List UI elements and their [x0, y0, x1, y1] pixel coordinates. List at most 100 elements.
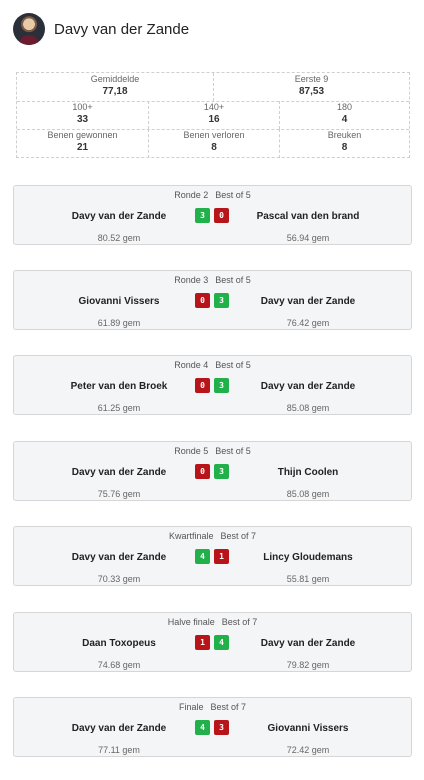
left-average: 80.52 gem	[97, 233, 141, 243]
round-label: Ronde 5	[174, 446, 209, 456]
round-info: Ronde 2 Best of 5	[14, 190, 411, 200]
score-badges: 0 3	[195, 293, 229, 308]
match-card[interactable]: Ronde 3 Best of 5 Giovanni Vissers 0 3 Da…	[13, 270, 412, 330]
left-average: 70.33 gem	[97, 574, 141, 584]
right-score-badge: 1	[214, 549, 229, 564]
left-average: 61.25 gem	[97, 403, 141, 413]
round-label: Ronde 3	[174, 275, 209, 285]
stat-legs-lost: Benen verloren 8	[148, 129, 279, 158]
left-player: Peter van den Broek	[70, 381, 168, 392]
round-label: Ronde 4	[174, 360, 209, 370]
player-header: Davy van der Zande	[13, 13, 189, 45]
stat-label: Breuken	[327, 130, 362, 140]
round-info: Ronde 5 Best of 5	[14, 446, 411, 456]
stat-140-plus: 140+ 16	[148, 101, 279, 129]
score-badges: 0 3	[195, 464, 229, 479]
stat-legs-won: Benen gewonnen 21	[17, 129, 148, 158]
score-badges: 0 3	[195, 378, 229, 393]
left-score-badge: 4	[195, 720, 210, 735]
right-average: 85.08 gem	[286, 403, 330, 413]
right-player: Lincy Gloudemans	[263, 552, 353, 563]
match-card[interactable]: Ronde 4 Best of 5 Peter van den Broek 0 3…	[13, 355, 412, 415]
left-score-badge: 0	[195, 293, 210, 308]
format-label: Best of 7	[220, 531, 257, 541]
stat-label: 180	[336, 102, 353, 112]
left-score-badge: 0	[195, 464, 210, 479]
stat-value: 4	[341, 114, 348, 125]
stat-value: 8	[341, 142, 348, 153]
right-player: Davy van der Zande	[260, 638, 356, 649]
stat-label: 140+	[203, 102, 225, 112]
left-score-badge: 1	[195, 635, 210, 650]
stat-100-plus: 100+ 33	[17, 101, 148, 129]
left-average: 74.68 gem	[97, 660, 141, 670]
right-average: 76.42 gem	[286, 318, 330, 328]
stat-label: Gemiddelde	[90, 74, 140, 84]
right-player: Thijn Coolen	[277, 467, 339, 478]
left-player: Giovanni Vissers	[78, 296, 160, 307]
format-label: Best of 5	[215, 190, 251, 200]
stats-grid: Gemiddelde 77,18 Eerste 9 87,53 100+ 33 …	[16, 72, 410, 158]
right-average: 72.42 gem	[286, 745, 330, 755]
stat-value: 87,53	[298, 86, 325, 97]
format-label: Best of 7	[210, 702, 247, 712]
stat-value: 8	[211, 142, 217, 153]
match-card[interactable]: Finale Best of 7 Davy van der Zande 4 3 G…	[13, 697, 412, 757]
match-card[interactable]: Ronde 5 Best of 5 Davy van der Zande 0 3 …	[13, 441, 412, 501]
round-label: Finale	[178, 702, 204, 712]
left-player: Daan Toxopeus	[82, 638, 156, 649]
score-badges: 1 4	[195, 635, 229, 650]
stats-row: 100+ 33 140+ 16 180 4	[17, 101, 409, 130]
stat-value: 33	[76, 114, 89, 125]
stat-label: 100+	[72, 102, 93, 112]
score-badges: 3 0	[195, 208, 229, 223]
right-player: Giovanni Vissers	[267, 723, 349, 734]
stat-value: 21	[76, 142, 89, 153]
right-score-badge: 3	[214, 464, 229, 479]
stat-value: 16	[208, 114, 220, 125]
format-label: Best of 5	[215, 275, 251, 285]
round-info: Kwartfinale Best of 7	[14, 531, 411, 541]
right-score-badge: 3	[214, 378, 229, 393]
left-player: Davy van der Zande	[71, 467, 167, 478]
right-score-badge: 3	[214, 293, 229, 308]
left-score-badge: 4	[195, 549, 210, 564]
match-card[interactable]: Halve finale Best of 7 Daan Toxopeus 1 4 …	[13, 612, 412, 672]
round-label: Halve finale	[167, 617, 215, 627]
score-badges: 4 3	[195, 720, 229, 735]
right-player: Davy van der Zande	[260, 381, 356, 392]
left-player: Davy van der Zande	[71, 723, 167, 734]
stat-average: Gemiddelde 77,18	[17, 73, 213, 101]
format-label: Best of 5	[215, 446, 251, 456]
round-label: Kwartfinale	[168, 531, 214, 541]
right-average: 56.94 gem	[286, 233, 330, 243]
stats-row: Benen gewonnen 21 Benen verloren 8 Breuk…	[17, 129, 409, 158]
left-average: 77.11 gem	[98, 745, 140, 755]
stat-label: Eerste 9	[294, 74, 329, 84]
stat-label: Benen gewonnen	[47, 130, 118, 140]
right-average: 79.82 gem	[286, 660, 330, 670]
right-score-badge: 4	[214, 635, 229, 650]
round-label: Ronde 2	[174, 190, 209, 200]
match-card[interactable]: Ronde 2 Best of 5 Davy van der Zande 3 0 …	[13, 185, 412, 245]
right-average: 55.81 gem	[286, 574, 330, 584]
player-name: Davy van der Zande	[54, 20, 190, 38]
round-info: Ronde 3 Best of 5	[14, 275, 411, 285]
stat-breaks: Breuken 8	[279, 129, 409, 158]
stat-label: Benen verloren	[183, 130, 245, 140]
right-score-badge: 0	[214, 208, 229, 223]
left-score-badge: 0	[195, 378, 210, 393]
right-average: 85.08 gem	[286, 489, 330, 499]
left-player: Davy van der Zande	[71, 552, 167, 563]
round-info: Halve finale Best of 7	[14, 617, 411, 627]
score-badges: 4 1	[195, 549, 229, 564]
right-player: Pascal van den brand	[256, 211, 360, 222]
match-card[interactable]: Kwartfinale Best of 7 Davy van der Zande …	[13, 526, 412, 586]
stat-180: 180 4	[279, 101, 409, 129]
left-player: Davy van der Zande	[71, 211, 167, 222]
stats-row: Gemiddelde 77,18 Eerste 9 87,53	[17, 73, 409, 102]
left-score-badge: 3	[195, 208, 210, 223]
avatar	[13, 13, 45, 45]
stat-value: 77,18	[102, 86, 128, 97]
right-player: Davy van der Zande	[260, 296, 356, 307]
